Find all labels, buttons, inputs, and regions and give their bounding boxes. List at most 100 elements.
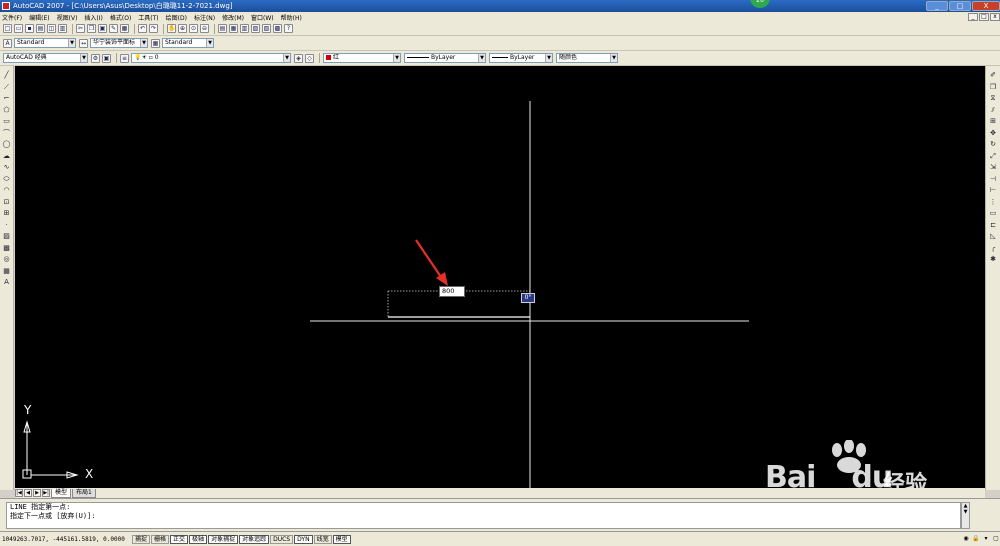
revision-cloud-icon[interactable]: ☁ [2,151,12,161]
undo-icon[interactable]: ↶ [138,24,147,33]
cut-icon[interactable]: ✂ [76,24,85,33]
array-icon[interactable]: ⊞ [988,116,998,126]
open-file-icon[interactable]: ▭ [14,24,23,33]
osnap-toggle[interactable]: 对象捕捉 [208,534,239,544]
break-icon[interactable]: ▭ [988,208,998,218]
line-icon[interactable]: ╱ [2,70,12,80]
scale-icon[interactable]: ⤢ [988,151,998,161]
last-tab-button[interactable]: ▶| [42,489,50,497]
erase-icon[interactable]: ✐ [988,70,998,80]
menu-window[interactable]: 窗口(W) [251,13,274,22]
snap-toggle[interactable]: 捕捉 [132,534,151,544]
dynamic-input-field[interactable]: 800 [439,286,465,297]
menu-insert[interactable]: 插入(I) [84,13,102,22]
menu-file[interactable]: 文件(F) [2,13,22,22]
layer-dropdown[interactable]: 💡☀ ▫ 0 ▼ [131,53,291,63]
sheet-set-icon[interactable]: ▧ [251,24,260,33]
zoom-window-icon[interactable]: ⊙ [189,24,198,33]
zoom-realtime-icon[interactable]: ⊕ [178,24,187,33]
coordinate-readout[interactable]: 1049263.7017, -445161.5819, 0.0000 [2,536,132,543]
workspace-settings-icon[interactable]: ⚙ [91,53,100,63]
menu-view[interactable]: 视图(V) [57,13,78,22]
prev-tab-button[interactable]: ◀ [24,489,32,497]
menu-dimension[interactable]: 标注(N) [194,13,215,22]
plotstyle-dropdown[interactable]: 随颜色 ▼ [556,53,618,63]
ellipse-arc-icon[interactable]: ◠ [2,185,12,195]
break-at-point-icon[interactable]: ⋮ [988,197,998,207]
plot-icon[interactable]: ▤ [36,24,45,33]
zoom-previous-icon[interactable]: ⊖ [200,24,209,33]
text-style-dropdown[interactable]: Standard ▼ [14,38,76,48]
dim-style-icon[interactable]: ↔ [79,38,88,48]
join-icon[interactable]: ⊏ [988,220,998,230]
otrack-toggle[interactable]: 对象追踪 [239,534,270,544]
drawing-canvas[interactable]: 800 0° Y X [15,66,985,488]
ducs-toggle[interactable]: DUCS [270,534,294,544]
linetype-dropdown[interactable]: ByLayer ▼ [404,53,486,63]
menu-help[interactable]: 帮助(H) [281,13,302,22]
make-object-layer-current-icon[interactable]: ◈ [294,53,303,63]
copy-icon[interactable]: ❐ [87,24,96,33]
gradient-icon[interactable]: ▩ [2,243,12,253]
model-toggle[interactable]: 模型 [332,534,351,544]
tool-palettes-icon[interactable]: ▥ [240,24,249,33]
hatch-icon[interactable]: ▨ [2,231,12,241]
workspace-save-icon[interactable]: ▣ [102,53,111,63]
region-icon[interactable]: ◎ [2,254,12,264]
stretch-icon[interactable]: ⇲ [988,162,998,172]
grid-toggle[interactable]: 栅格 [151,534,170,544]
menu-tools[interactable]: 工具(T) [138,13,158,22]
doc-minimize-button[interactable]: _ [968,13,978,21]
next-tab-button[interactable]: ▶ [33,489,41,497]
menu-format[interactable]: 格式(O) [110,13,131,22]
ortho-toggle[interactable]: 正交 [170,534,189,544]
move-icon[interactable]: ✥ [988,128,998,138]
polar-toggle[interactable]: 极轴 [189,534,208,544]
point-icon[interactable]: · [2,220,12,230]
properties-icon[interactable]: ▤ [218,24,227,33]
offset-icon[interactable]: ⫽ [988,105,998,115]
block-editor-icon[interactable]: ▦ [120,24,129,33]
fillet-icon[interactable]: ╭ [988,243,998,253]
table-icon[interactable]: ▦ [2,266,12,276]
color-dropdown[interactable]: 红 ▼ [323,53,401,63]
lock-icon[interactable]: 🔒 [972,535,980,543]
close-button[interactable]: X [972,1,1000,11]
communication-center-icon[interactable]: ◉ [962,535,970,543]
command-line[interactable]: LINE 指定第一点: 指定下一点或 [放弃(U)]: [6,502,961,529]
chamfer-icon[interactable]: ◺ [988,231,998,241]
table-style-icon[interactable]: ▦ [151,38,160,48]
first-tab-button[interactable]: |◀ [15,489,23,497]
circle-icon[interactable]: ◯ [2,139,12,149]
mirror-icon[interactable]: ⧖ [988,93,998,103]
layer-previous-icon[interactable]: ◇ [305,53,314,63]
copy-icon[interactable]: ❐ [988,82,998,92]
dyn-toggle[interactable]: DYN [294,534,313,544]
rotate-icon[interactable]: ↻ [988,139,998,149]
lineweight-dropdown[interactable]: ByLayer ▼ [489,53,553,63]
arc-icon[interactable]: ⌒ [2,128,12,138]
trim-icon[interactable]: ⊣ [988,174,998,184]
make-block-icon[interactable]: ⊞ [2,208,12,218]
design-center-icon[interactable]: ▦ [229,24,238,33]
spline-icon[interactable]: ∿ [2,162,12,172]
plot-preview-icon[interactable]: ◫ [47,24,56,33]
command-scrollbar[interactable]: ▲ ▼ [961,502,970,529]
tab-layout1[interactable]: 布局1 [72,488,96,498]
clean-screen-icon[interactable]: ▢ [992,535,1000,543]
publish-icon[interactable]: ▥ [58,24,67,33]
dim-style-dropdown[interactable]: 华宁装饰平面标 ▼ [90,38,148,48]
lineweight-toggle[interactable]: 线宽 [313,534,332,544]
markup-icon[interactable]: ▨ [262,24,271,33]
paste-icon[interactable]: ▣ [98,24,107,33]
polyline-icon[interactable]: ⌐ [2,93,12,103]
rectangle-icon[interactable]: ▭ [2,116,12,126]
help-icon[interactable]: ? [284,24,293,33]
save-icon[interactable]: ▪ [25,24,34,33]
insert-block-icon[interactable]: ⊡ [2,197,12,207]
doc-restore-button[interactable]: □ [979,13,989,21]
match-properties-icon[interactable]: ✎ [109,24,118,33]
maximize-button[interactable]: □ [949,1,971,11]
workspace-dropdown[interactable]: AutoCAD 经典 ▼ [3,53,88,63]
polygon-icon[interactable]: ⬠ [2,105,12,115]
